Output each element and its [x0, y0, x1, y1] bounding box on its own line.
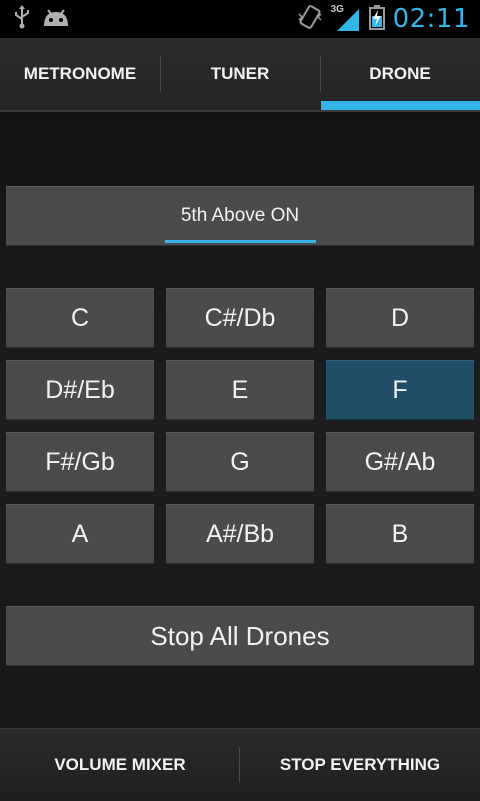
tab-tuner[interactable]: TUNER — [160, 38, 320, 110]
android-icon — [42, 6, 70, 32]
stop-all-drones-button[interactable]: Stop All Drones — [6, 606, 474, 666]
battery-charging-icon — [368, 4, 385, 34]
note-button-e[interactable]: E — [166, 360, 314, 420]
note-button-f[interactable]: F — [326, 360, 474, 420]
usb-icon — [14, 5, 30, 33]
clock: 02:11 — [392, 4, 470, 34]
note-button-g-sharp[interactable]: G#/Ab — [326, 432, 474, 492]
stop-everything-button[interactable]: STOP EVERYTHING — [240, 729, 480, 801]
selected-tab-indicator — [321, 101, 480, 110]
tab-metronome[interactable]: METRONOME — [0, 38, 160, 110]
note-button-b[interactable]: B — [326, 504, 474, 564]
note-button-a-sharp[interactable]: A#/Bb — [166, 504, 314, 564]
note-button-c-sharp[interactable]: C#/Db — [166, 288, 314, 348]
note-button-d[interactable]: D — [326, 288, 474, 348]
note-button-d-sharp[interactable]: D#/Eb — [6, 360, 154, 420]
status-bar: 3G 02:11 — [0, 0, 480, 38]
vibrate-icon — [297, 4, 323, 34]
note-button-g[interactable]: G — [166, 432, 314, 492]
note-button-a[interactable]: A — [6, 504, 154, 564]
toggle-on-indicator — [165, 240, 316, 243]
bottom-action-bar: VOLUME MIXER STOP EVERYTHING — [0, 728, 480, 801]
note-button-c[interactable]: C — [6, 288, 154, 348]
tab-bar: METRONOME TUNER DRONE — [0, 38, 480, 112]
note-button-f-sharp[interactable]: F#/Gb — [6, 432, 154, 492]
tab-drone[interactable]: DRONE — [320, 38, 480, 110]
status-bar-right: 3G 02:11 — [297, 4, 470, 34]
signal-icon: 3G — [331, 4, 361, 33]
fifth-above-toggle-button[interactable]: 5th Above ON — [6, 186, 474, 246]
volume-mixer-button[interactable]: VOLUME MIXER — [0, 729, 240, 801]
status-bar-left — [14, 5, 70, 33]
